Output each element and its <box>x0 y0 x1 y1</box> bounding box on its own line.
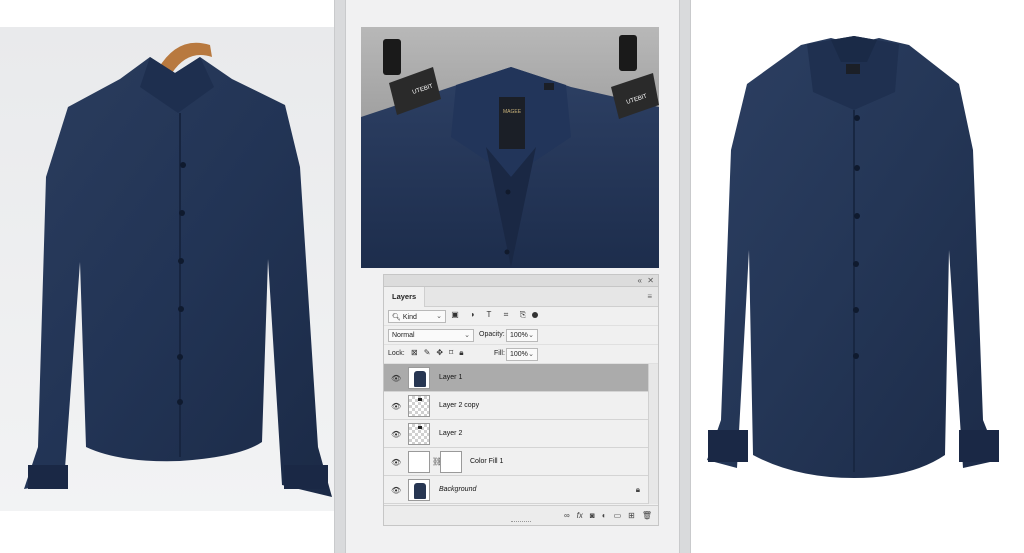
layer-name: Background <box>439 486 477 493</box>
visibility-eye-icon[interactable]: 👁︎ <box>391 486 401 495</box>
layer-row-layer-1[interactable]: 👁︎ Layer 1 <box>384 364 648 392</box>
shirt-on-hanger-image <box>24 42 332 497</box>
search-icon: 🔍︎ <box>392 314 401 321</box>
adjustment-filter-icon[interactable]: ◑ <box>467 310 477 320</box>
fill-input[interactable]: 100% ⌄ <box>506 348 538 361</box>
brand-label <box>846 64 860 74</box>
opacity-label: Opacity: <box>479 331 505 338</box>
lock-icon: 🔒︎ <box>635 485 640 494</box>
panel-titlebar: « ✕ <box>384 275 658 287</box>
lock-label: Lock: <box>388 350 405 357</box>
visibility-eye-icon[interactable]: 👁︎ <box>391 430 401 439</box>
filter-row: 🔍︎ Kind ⌄ ▣ ◑ T ⌗ ⎘ <box>384 307 658 326</box>
layer-thumbnail <box>408 367 430 389</box>
lock-transparent-icon[interactable]: ⊠ <box>411 348 418 358</box>
layer-list: 👁︎ Layer 1 👁︎ Layer 2 copy 👁︎ Layer 2 👁︎ <box>384 364 648 504</box>
lock-position-icon[interactable]: ✥ <box>436 348 443 358</box>
chevron-down-icon: ⌄ <box>464 332 470 339</box>
layers-panel: « ✕ Layers ≡ 🔍︎ Kind ⌄ ▣ ◑ T ⌗ ⎘ Normal … <box>383 274 659 526</box>
blend-mode-select[interactable]: Normal ⌄ <box>388 329 474 342</box>
pixel-filter-icon[interactable]: ▣ <box>450 310 460 320</box>
layer-name: Layer 2 <box>439 430 463 437</box>
fill-thumbnail <box>408 451 430 473</box>
menu-icon[interactable]: ≡ <box>647 292 652 301</box>
fx-icon[interactable]: fx <box>577 511 583 520</box>
layer-thumbnail <box>408 423 430 445</box>
shape-filter-icon[interactable]: ⌗ <box>501 310 511 320</box>
adjustment-layer-icon[interactable]: ◐ <box>602 511 607 520</box>
right-clip: UTEBIT <box>611 35 659 119</box>
visibility-eye-icon[interactable]: 👁︎ <box>391 402 401 411</box>
left-cuff <box>708 430 748 462</box>
blend-mode-value: Normal <box>392 332 415 339</box>
panel-bottom-toolbar: ∞ fx ◙ ◐ ▭ ⊞ 🗑︎ <box>384 505 658 525</box>
visibility-eye-icon[interactable]: 👁︎ <box>391 374 401 383</box>
before-photo <box>0 27 334 511</box>
blend-row: Normal ⌄ Opacity: 100% ⌄ <box>384 326 658 345</box>
layer-name: Color Fill 1 <box>470 458 504 465</box>
collar-closeup-image: MAGEE UTEBIT UTEBIT <box>361 35 659 268</box>
tab-layers[interactable]: Layers <box>384 287 426 307</box>
layer-thumbnail <box>408 479 430 501</box>
fill-label: Fill: <box>494 350 505 357</box>
layer-row-layer-2-copy[interactable]: 👁︎ Layer 2 copy <box>384 392 648 420</box>
layer-name: Layer 2 copy <box>439 402 480 409</box>
collapse-icon[interactable]: « <box>638 276 642 285</box>
brand-label-text: MAGEE <box>503 109 522 115</box>
layers-scrollbar[interactable] <box>648 364 658 504</box>
collar-closeup-photo: MAGEE UTEBIT UTEBIT <box>361 27 659 268</box>
new-group-icon[interactable]: ▭ <box>614 511 622 520</box>
layer-row-color-fill-1[interactable]: 👁︎ ⛓︎ Color Fill 1 <box>384 448 648 476</box>
new-layer-icon[interactable]: ⊞ <box>628 511 635 520</box>
chevron-down-icon: ⌄ <box>436 313 442 320</box>
kind-filter-value: Kind <box>402 314 417 321</box>
layer-row-layer-2[interactable]: 👁︎ Layer 2 <box>384 420 648 448</box>
layer-name: Layer 1 <box>439 374 463 381</box>
after-photo <box>691 0 1024 553</box>
lock-all-icon[interactable]: 🔒︎ <box>459 348 463 358</box>
panel-tabs: Layers ≡ <box>384 287 658 307</box>
delete-icon[interactable]: 🗑︎ <box>642 511 652 520</box>
smart-object-filter-icon[interactable]: ⎘ <box>518 310 528 320</box>
chevron-down-icon: ⌄ <box>528 332 534 339</box>
right-cuff <box>959 430 999 462</box>
layer-thumbnail <box>408 395 430 417</box>
process-panel: MAGEE UTEBIT UTEBIT « ✕ Layers ≡ 🔍︎ Kind… <box>346 0 679 553</box>
lock-row: Lock: ⊠ ✎ ✥ ⌑ 🔒︎ Fill: 100% ⌄ <box>384 345 658 364</box>
brand-label <box>499 97 525 149</box>
mask-thumbnail[interactable] <box>440 451 462 473</box>
comparison-canvas: MAGEE UTEBIT UTEBIT « ✕ Layers ≡ 🔍︎ Kind… <box>0 0 1024 553</box>
opacity-input[interactable]: 100% ⌄ <box>506 329 538 342</box>
link-layers-icon[interactable]: ∞ <box>564 511 570 520</box>
kind-filter-select[interactable]: 🔍︎ Kind ⌄ <box>388 310 446 323</box>
shirt-body <box>24 57 332 497</box>
type-filter-icon[interactable]: T <box>484 310 494 320</box>
filter-toggle[interactable] <box>532 312 538 318</box>
panel-divider-right <box>679 0 691 553</box>
ghost-mannequin-shirt-image <box>707 36 999 478</box>
lock-pixels-icon[interactable]: ✎ <box>424 348 431 358</box>
layer-row-background[interactable]: 👁︎ Background 🔒︎ <box>384 476 648 504</box>
close-icon[interactable]: ✕ <box>647 276 654 285</box>
add-mask-icon[interactable]: ◙ <box>590 511 595 520</box>
panel-divider-left <box>334 0 346 553</box>
lock-artboard-icon[interactable]: ⌑ <box>449 348 453 358</box>
chevron-down-icon: ⌄ <box>528 351 534 358</box>
resize-grip[interactable] <box>511 521 531 524</box>
visibility-eye-icon[interactable]: 👁︎ <box>391 458 401 467</box>
